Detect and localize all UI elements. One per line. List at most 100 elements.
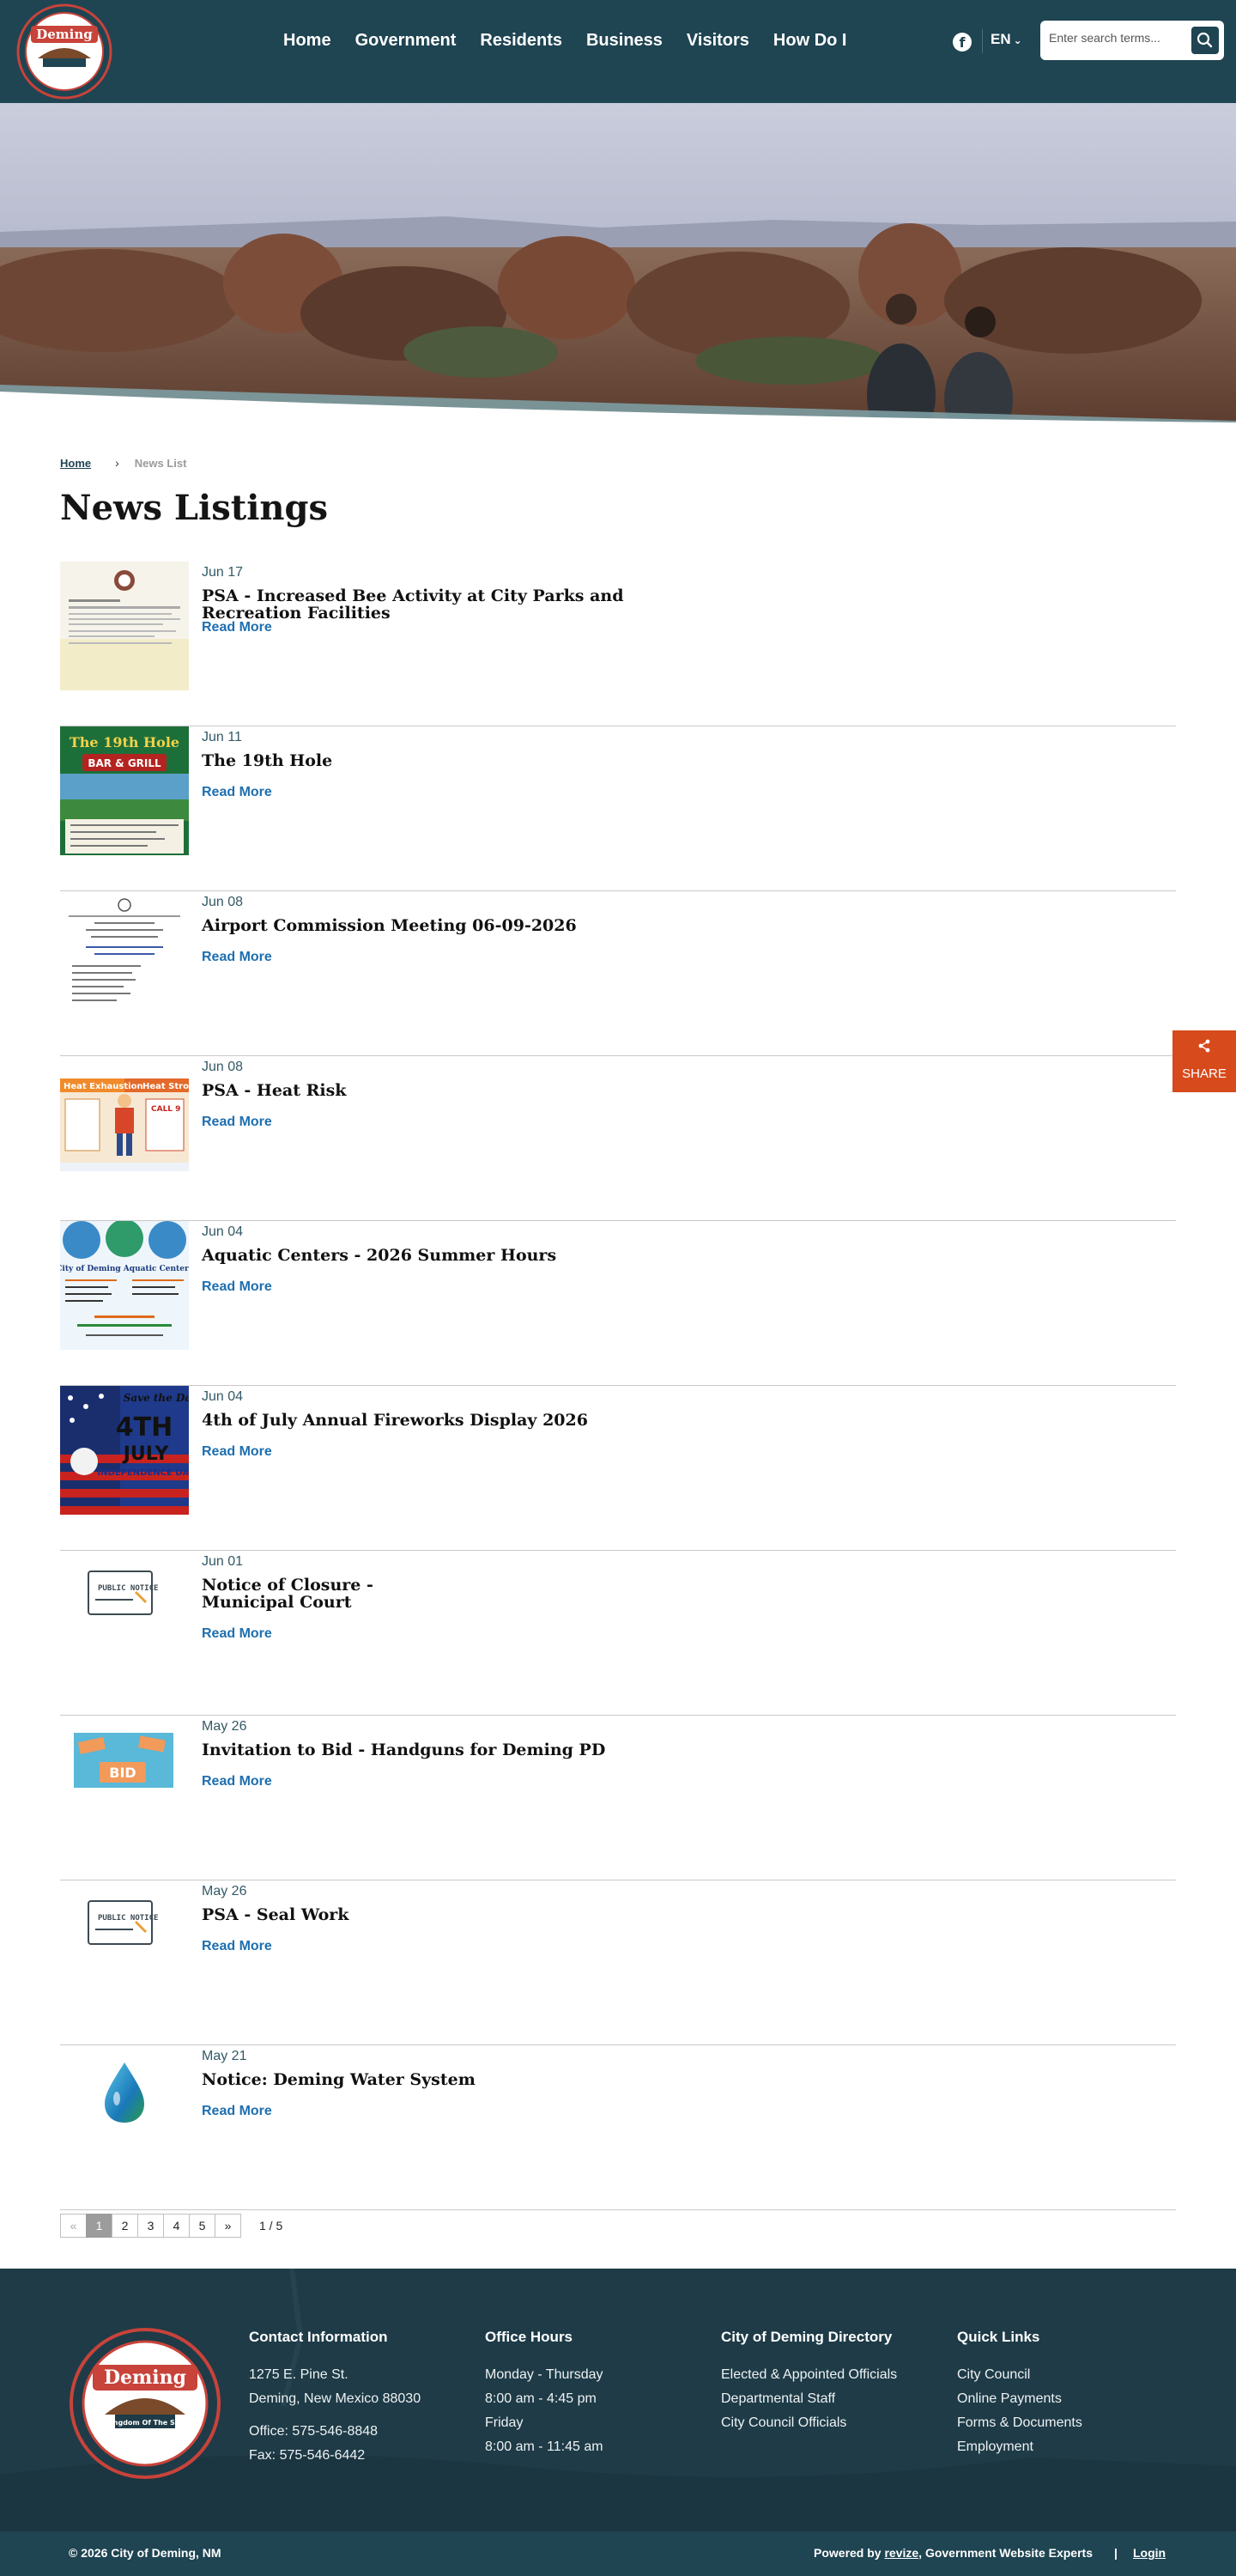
news-title[interactable]: Notice: Deming Water System [202,2071,682,2088]
news-title[interactable]: PSA - Seal Work [202,1906,682,1923]
contact-heading: Contact Information [249,2329,388,2345]
news-date: Jun 11 [202,730,242,744]
news-item: May 21 Notice: Deming Water System Read … [60,2045,1176,2210]
svg-text:Heat Exhaustion: Heat Exhaustion [64,1082,143,1091]
svg-text:Save the Date: Save the Date [124,1392,189,1404]
pagination-page[interactable]: 4 [163,2214,190,2238]
news-title[interactable]: Notice of Closure - Municipal Court [202,1577,391,1611]
read-more-link[interactable]: Read More [202,1444,272,1460]
news-date: May 21 [202,2049,247,2063]
read-more-link[interactable]: Read More [202,1626,272,1642]
office-phone[interactable]: Office: 575-546-8848 [249,2420,421,2444]
news-title[interactable]: Airport Commission Meeting 06-09-2026 [202,917,682,934]
nav-government[interactable]: Government [343,27,469,53]
footer-directory: City of Deming Directory Elected & Appoi… [721,2329,897,2435]
quick-link[interactable]: Employment [957,2435,1082,2459]
news-date: May 26 [202,1884,247,1899]
directory-link[interactable]: Departmental Staff [721,2387,897,2411]
news-thumbnail[interactable]: PUBLIC NOTICE [60,1880,189,2009]
news-thumbnail[interactable]: Heat Exhaustion Heat Stroke CALL 9 [60,1056,189,1185]
svg-text:The 19th Hole: The 19th Hole [70,734,179,750]
nav-visitors[interactable]: Visitors [675,27,761,53]
breadcrumb-home-link[interactable]: Home [60,457,91,470]
news-item: Heat Exhaustion Heat Stroke CALL 9 Jun 0… [60,1056,1176,1221]
main-nav: Home Government Residents Business Visit… [271,27,858,53]
nav-residents[interactable]: Residents [468,27,574,53]
nav-home[interactable]: Home [271,27,343,53]
news-thumbnail[interactable]: City of Deming Aquatic Centers [60,1221,189,1350]
powered-by: Powered by revize, Government Website Ex… [814,2546,1093,2560]
news-item: PUBLIC NOTICE Jun 01 Notice of Closure -… [60,1551,1176,1716]
share-button[interactable]: SHARE [1172,1030,1236,1092]
search-button[interactable] [1191,27,1219,54]
footer-city-logo[interactable]: Deming Kingdom Of The Sun [67,2327,223,2480]
quick-link[interactable]: City Council [957,2363,1082,2387]
page-title: News Listings [60,488,328,528]
login-link[interactable]: Login [1133,2546,1166,2560]
address-line-1: 1275 E. Pine St. [249,2367,348,2382]
read-more-link[interactable]: Read More [202,1279,272,1295]
share-icon [1198,1039,1210,1053]
read-more-link[interactable]: Read More [202,950,272,965]
directory-heading: City of Deming Directory [721,2329,893,2345]
quick-links-heading: Quick Links [957,2329,1040,2345]
pagination-page[interactable]: 3 [137,2214,164,2238]
svg-text:BID: BID [109,1765,136,1781]
news-title[interactable]: The 19th Hole [202,752,682,769]
svg-text:PUBLIC NOTICE: PUBLIC NOTICE [98,1914,158,1923]
nav-how-do-i[interactable]: How Do I [761,27,859,53]
news-thumbnail[interactable]: PUBLIC NOTICE [60,1551,189,1680]
svg-text:Kingdom Of The Sun: Kingdom Of The Sun [106,2419,185,2427]
quick-link[interactable]: Forms & Documents [957,2411,1082,2435]
read-more-link[interactable]: Read More [202,785,272,800]
quick-link[interactable]: Online Payments [957,2387,1082,2411]
news-title[interactable]: 4th of July Annual Fireworks Display 202… [202,1412,682,1429]
news-thumbnail[interactable]: The 19th Hole BAR & GRILL [60,726,189,855]
site-header: Deming Home Government Residents Busines… [0,0,1236,103]
facebook-icon[interactable]: f [953,33,972,52]
news-date: Jun 01 [202,1554,244,1569]
pagination-page[interactable]: 5 [189,2214,215,2238]
water-drop-icon[interactable] [60,2045,189,2174]
news-title[interactable]: PSA - Heat Risk [202,1082,682,1099]
pagination-prev[interactable]: « [60,2214,87,2238]
search-icon [1197,32,1213,48]
directory-link[interactable]: City Council Officials [721,2411,897,2435]
language-label: EN [991,31,1011,47]
svg-text:Deming: Deming [36,27,93,42]
footer-quick-links: Quick Links City Council Online Payments… [957,2329,1082,2459]
news-thumbnail[interactable] [60,891,189,1020]
search-input[interactable] [1049,31,1186,45]
news-thumbnail[interactable]: BID [60,1716,189,1844]
pagination-page[interactable]: 2 [112,2214,138,2238]
hours-line: Friday [485,2415,524,2430]
bottom-separator: | [1114,2546,1118,2560]
news-date: Jun 04 [202,1224,244,1239]
search-box [1040,21,1224,60]
news-thumbnail[interactable] [60,562,189,690]
pagination-page[interactable]: 1 [86,2214,112,2238]
svg-text:JULY: JULY [122,1443,170,1465]
news-thumbnail[interactable]: Save the Date 4TH JULY INDEPENDENCE DAY [60,1386,189,1515]
language-select[interactable]: EN ⌄ [991,31,1022,48]
pagination-next[interactable]: » [215,2214,241,2238]
nav-business[interactable]: Business [574,27,675,53]
read-more-link[interactable]: Read More [202,620,272,635]
read-more-link[interactable]: Read More [202,1939,272,1954]
news-date: Jun 08 [202,1060,244,1074]
revize-link[interactable]: revize [884,2546,918,2560]
copyright: © 2026 City of Deming, NM [69,2546,221,2560]
city-logo[interactable]: Deming [12,3,117,100]
read-more-link[interactable]: Read More [202,1774,272,1789]
pagination-count: 1 / 5 [259,2219,283,2233]
svg-text:4TH: 4TH [116,1413,173,1443]
news-title[interactable]: PSA - Increased Bee Activity at City Par… [202,587,682,622]
powered-suffix: , Government Website Experts [918,2546,1093,2560]
footer-hours: Office Hours Monday - Thursday 8:00 am -… [485,2329,603,2459]
directory-link[interactable]: Elected & Appointed Officials [721,2363,897,2387]
news-title[interactable]: Aquatic Centers - 2026 Summer Hours [202,1247,682,1264]
svg-text:City of Deming Aquatic Centers: City of Deming Aquatic Centers [60,1265,189,1273]
read-more-link[interactable]: Read More [202,1115,272,1130]
news-title[interactable]: Invitation to Bid - Handguns for Deming … [202,1741,682,1759]
read-more-link[interactable]: Read More [202,2104,272,2119]
